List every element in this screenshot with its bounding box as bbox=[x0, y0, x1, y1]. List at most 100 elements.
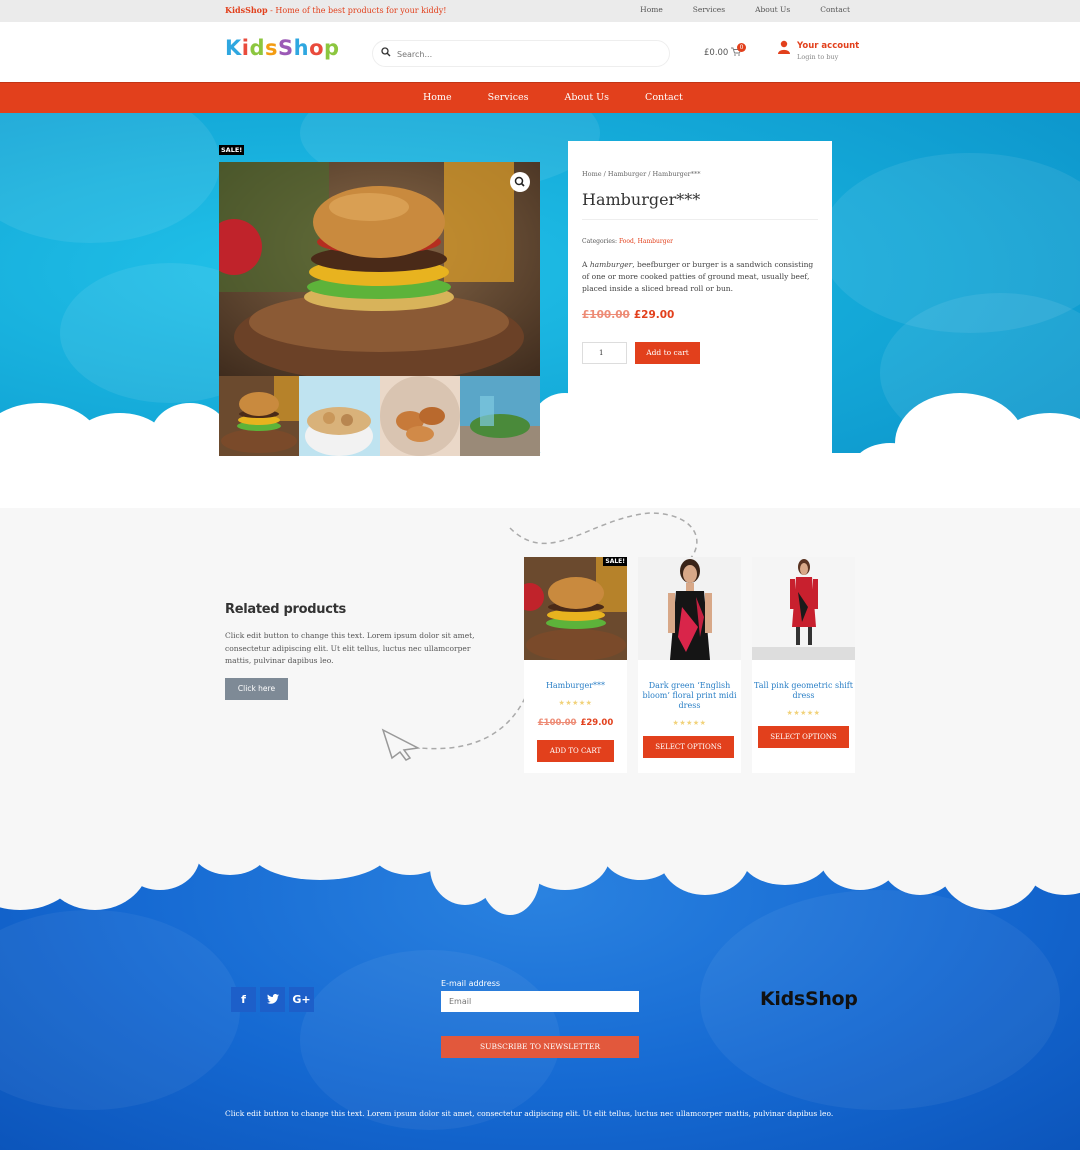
nav-home[interactable]: Home bbox=[423, 92, 452, 103]
star-rating: ★★★★★ bbox=[558, 699, 593, 707]
star-rating: ★★★★★ bbox=[672, 719, 707, 727]
dress-model-image bbox=[638, 557, 741, 660]
white-fill bbox=[0, 453, 1080, 508]
add-to-cart-button[interactable]: Add to cart bbox=[635, 342, 700, 364]
related-product-card[interactable]: Tall pink geometric shift dress ★★★★★ SE… bbox=[752, 557, 855, 773]
top-tagline-text: - Home of the best products for your kid… bbox=[267, 6, 447, 15]
sale-price: £29.00 bbox=[633, 309, 675, 321]
product-title: Hamburger*** bbox=[582, 190, 701, 209]
related-description: Click edit button to change this text. L… bbox=[225, 631, 475, 665]
nav-about[interactable]: About Us bbox=[565, 92, 610, 103]
related-product-name[interactable]: Dark green ‘English bloom’ floral print … bbox=[638, 681, 741, 711]
add-to-cart-button[interactable]: ADD TO CART bbox=[537, 740, 614, 762]
email-field[interactable] bbox=[441, 991, 639, 1012]
related-product-image[interactable] bbox=[638, 557, 741, 660]
cart-link[interactable]: £0.00 0 bbox=[704, 43, 746, 58]
search-icon[interactable] bbox=[381, 47, 391, 57]
search-box bbox=[372, 40, 670, 67]
select-options-button[interactable]: SELECT OPTIONS bbox=[758, 726, 849, 748]
account-subtitle: Login to buy bbox=[797, 53, 839, 61]
top-link-contact[interactable]: Contact bbox=[820, 5, 850, 14]
footer-text: Click edit button to change this text. L… bbox=[225, 1109, 834, 1118]
top-links: Home Services About Us Contact bbox=[640, 5, 850, 14]
related-product-image[interactable] bbox=[524, 557, 627, 660]
sale-price: £29.00 bbox=[580, 718, 614, 728]
nav-contact[interactable]: Contact bbox=[645, 92, 683, 103]
zoom-button[interactable] bbox=[510, 172, 530, 192]
hero-background bbox=[0, 113, 1080, 508]
sale-badge: SALE! bbox=[603, 557, 627, 566]
related-product-name[interactable]: Tall pink geometric shift dress bbox=[752, 681, 855, 701]
hamburger-thumb-image bbox=[219, 376, 300, 456]
email-label: E-mail address bbox=[441, 979, 501, 988]
snack-thumb-image bbox=[299, 376, 380, 456]
top-cloud-fill bbox=[0, 830, 1080, 850]
related-title: Related products bbox=[225, 602, 346, 617]
product-summary: Home / Hamburger / Hamburger*** Hamburge… bbox=[568, 141, 832, 456]
twitter-icon[interactable] bbox=[260, 987, 285, 1012]
logo-letter: h bbox=[293, 36, 310, 60]
main-nav: Home Services About Us Contact bbox=[0, 82, 1080, 113]
logo-letter: p bbox=[324, 36, 340, 60]
thumbnail-4[interactable] bbox=[459, 376, 540, 456]
divider bbox=[582, 219, 818, 220]
old-price: £100.00 bbox=[537, 718, 577, 728]
desc-prefix: A bbox=[582, 260, 590, 269]
old-price: £100.00 bbox=[582, 309, 630, 321]
cart-total: £0.00 bbox=[704, 48, 729, 58]
site-header: KidsShop £0.00 0 Your account Login to b… bbox=[0, 22, 1080, 82]
quantity-input[interactable]: 1 bbox=[582, 342, 627, 364]
cart-count-badge: 0 bbox=[737, 43, 746, 52]
thumbnail-3[interactable] bbox=[379, 376, 460, 456]
hamburger-image bbox=[219, 162, 540, 376]
site-logo[interactable]: KidsShop bbox=[225, 36, 340, 60]
related-product-card[interactable]: Dark green ‘English bloom’ floral print … bbox=[638, 557, 741, 773]
chicken-thumb-image bbox=[379, 376, 460, 456]
top-link-home[interactable]: Home bbox=[640, 5, 663, 14]
user-icon bbox=[778, 40, 790, 54]
twitter-bird-icon bbox=[266, 994, 279, 1004]
star-rating: ★★★★★ bbox=[786, 709, 821, 717]
logo-letter: K bbox=[225, 36, 242, 60]
product-categories: Categories: Food, Hamburger bbox=[582, 238, 673, 245]
bg-cloud bbox=[700, 890, 1060, 1110]
google-plus-icon[interactable]: G+ bbox=[289, 987, 314, 1012]
logo-letter: d bbox=[249, 36, 266, 60]
logo-letter: S bbox=[278, 36, 294, 60]
salad-thumb-image bbox=[459, 376, 540, 456]
logo-letter: s bbox=[265, 36, 279, 60]
related-product-name[interactable]: Hamburger*** bbox=[524, 681, 627, 691]
footer-logo[interactable]: KidsShop bbox=[760, 988, 858, 1010]
top-link-about[interactable]: About Us bbox=[755, 5, 790, 14]
zoom-icon bbox=[514, 176, 525, 187]
top-link-services[interactable]: Services bbox=[693, 5, 725, 14]
related-product-image[interactable] bbox=[752, 557, 855, 660]
related-product-price: £100.00 £29.00 bbox=[524, 718, 627, 728]
breadcrumb[interactable]: Home / Hamburger / Hamburger*** bbox=[582, 170, 701, 178]
related-product-card[interactable]: SALE! Hamburger*** ★★★★★ £100.00 £29.00 A… bbox=[524, 557, 627, 773]
account-title: Your account bbox=[797, 41, 860, 51]
bg-cloud bbox=[0, 113, 220, 243]
product-price: £100.00 £29.00 bbox=[582, 309, 674, 321]
top-brand: KidsShop bbox=[225, 5, 268, 15]
product-description: A hamburger, beefburger or burger is a s… bbox=[582, 259, 818, 295]
footer bbox=[0, 830, 1080, 1150]
thumbnail-2[interactable] bbox=[299, 376, 380, 456]
hamburger-image bbox=[524, 557, 627, 660]
bg-cloud bbox=[0, 910, 240, 1110]
desc-emphasis: hamburger bbox=[589, 260, 633, 269]
categories-links[interactable]: Food, Hamburger bbox=[619, 238, 673, 245]
top-bar: KidsShop - Home of the best products for… bbox=[0, 0, 1080, 22]
product-thumbnails bbox=[219, 376, 540, 456]
categories-label: Categories: bbox=[582, 238, 618, 245]
click-here-button[interactable]: Click here bbox=[225, 678, 288, 700]
thumbnail-1[interactable] bbox=[219, 376, 300, 456]
product-main-image[interactable] bbox=[219, 162, 540, 376]
dress-model-image bbox=[752, 557, 855, 660]
logo-letter: o bbox=[309, 36, 325, 60]
select-options-button[interactable]: SELECT OPTIONS bbox=[643, 736, 734, 758]
nav-services[interactable]: Services bbox=[488, 92, 529, 103]
subscribe-button[interactable]: SUBSCRIBE TO NEWSLETTER bbox=[441, 1036, 639, 1058]
search-input[interactable] bbox=[397, 46, 657, 62]
facebook-icon[interactable]: f bbox=[231, 987, 256, 1012]
